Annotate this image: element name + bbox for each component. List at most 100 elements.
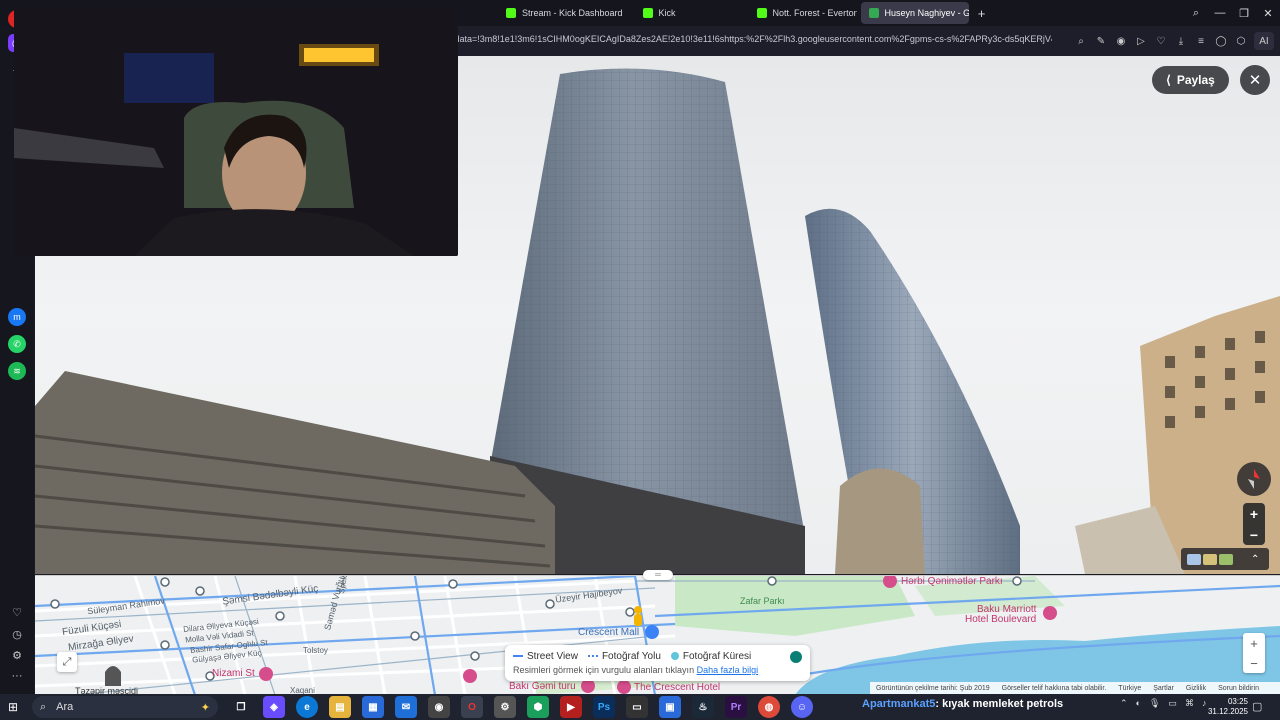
camera-icon[interactable]: ◉ — [1114, 32, 1128, 50]
mail-icon[interactable]: ✉ — [395, 696, 417, 718]
more-info-link[interactable]: Daha fazla bilgi — [697, 665, 759, 675]
place-crescent-hotel[interactable]: The Crescent Hotel — [634, 682, 720, 693]
expand-map-button[interactable]: ⤢ — [57, 652, 77, 672]
place-taza-pir[interactable]: Təzəpir məscidi — [75, 686, 138, 694]
place-harbi-park[interactable]: Hərbi Qənimətlər Parkı — [901, 576, 1003, 587]
tray-app-icon[interactable]: ◐ — [1136, 698, 1141, 709]
task-view-icon[interactable]: ❐ — [230, 696, 252, 718]
app-blue-icon[interactable]: ▣ — [659, 696, 681, 718]
settings-taskbar-icon[interactable]: ⚙ — [494, 696, 516, 718]
profile-icon[interactable]: ◯ — [1214, 32, 1228, 50]
new-tab-icon[interactable]: + — [973, 4, 991, 22]
compass-icon[interactable] — [1237, 462, 1271, 496]
microphone-icon[interactable]: 🎙︎ — [1149, 698, 1160, 709]
search-tabs-icon[interactable]: ⌕ — [1184, 7, 1208, 20]
ai-label: AI — [1259, 35, 1269, 47]
windows-start-icon[interactable]: ⊞ — [8, 700, 22, 714]
google-maps-icon — [868, 8, 879, 18]
place-marriott-boulevard[interactable]: Hotel Boulevard — [965, 614, 1036, 625]
terminal-icon[interactable]: ▭ — [626, 696, 648, 718]
taskbar-search[interactable]: ⌕ Ara ✦ — [32, 696, 218, 718]
obs-icon[interactable]: ◉ — [428, 696, 450, 718]
layer-switcher[interactable]: ⌃ — [1181, 548, 1269, 570]
address-bar-actions: ⌕ ✎ ◉ ▷ ♡ ⤓ ≡ ◯ ⬡ AI — [1074, 32, 1274, 50]
discord-icon[interactable]: ☺ — [791, 696, 813, 718]
pegman-icon[interactable] — [634, 606, 642, 626]
app-red-icon[interactable]: ▶ — [560, 696, 582, 718]
mosque-icon — [105, 666, 121, 686]
more-icon[interactable]: ··· — [10, 669, 24, 683]
share-button[interactable]: ⟨ Paylaş — [1152, 66, 1229, 94]
photoshop-icon[interactable]: Ps — [593, 696, 615, 718]
store-icon[interactable]: ▦ — [362, 696, 384, 718]
place-crescent-mall[interactable]: Crescent Mall — [578, 627, 639, 638]
clock-time: 03:25 — [1227, 697, 1248, 706]
place-baku-gemi[interactable]: Bakı Gəmi turu — [509, 681, 576, 692]
chat-ticker: Apartmankat5: kıyak memleket petrols — [862, 698, 1063, 710]
spotify-icon[interactable]: ≋ — [8, 362, 26, 380]
capture-date: Görüntünün çekilme tarihi: Şub 2019 — [876, 684, 990, 692]
map-zoom-in-icon[interactable]: + — [1250, 636, 1258, 651]
display-icon[interactable]: ▭ — [1168, 698, 1177, 709]
lens-icon[interactable]: ⌕ — [1074, 32, 1088, 50]
file-explorer-icon[interactable]: ▤ — [329, 696, 351, 718]
opera-taskbar-icon[interactable]: O — [461, 696, 483, 718]
extension-icon[interactable]: ⬡ — [1234, 32, 1248, 50]
share-label: Paylaş — [1176, 73, 1215, 87]
search-icon: ⌕ — [40, 700, 47, 713]
send-icon[interactable]: ▷ — [1134, 32, 1148, 50]
satellite-layer-icon[interactable] — [1203, 553, 1217, 565]
settings-icon[interactable]: ⚙ — [10, 648, 24, 662]
expand-up-icon[interactable]: ⌃ — [1251, 554, 1265, 565]
taskbar-apps: ❐ ◈ e ▤ ▦ ✉ ◉ O ⚙ ⬢ ▶ Ps ▭ ▣ ♨ Pr ◍ ☺ — [230, 696, 813, 718]
close-window-icon[interactable]: ✕ — [1256, 7, 1280, 20]
region-link[interactable]: Türkiye — [1118, 685, 1141, 692]
notification-icon[interactable]: ▢ — [1252, 700, 1262, 713]
steam-icon[interactable]: ♨ — [692, 696, 714, 718]
window-controls: ⌕ — ❐ ✕ — [1184, 0, 1280, 26]
clock-date: 31.12.2025 — [1207, 707, 1248, 716]
edit-icon[interactable]: ✎ — [1094, 32, 1108, 50]
map-layer-icon[interactable] — [1187, 553, 1201, 565]
terrain-layer-icon[interactable] — [1219, 553, 1233, 565]
maximize-icon[interactable]: ❐ — [1232, 7, 1256, 20]
privacy-link[interactable]: Gizlilik — [1186, 685, 1206, 692]
tab-kick[interactable]: Kick — [635, 2, 745, 24]
place-nizami-street[interactable]: Nizami St — [212, 668, 255, 679]
close-street-view-button[interactable]: ✕ — [1240, 65, 1270, 95]
copilot-icon[interactable]: ◈ — [263, 696, 285, 718]
whatsapp-icon[interactable]: ✆ — [8, 335, 26, 353]
tray-expand-icon[interactable]: ⌃ — [1120, 698, 1128, 709]
search-highlight-icon: ✦ — [200, 701, 210, 714]
history-icon[interactable]: ◷ — [10, 627, 24, 641]
tab-google-maps[interactable]: Huseyn Naghiyev - Goog — [860, 2, 969, 24]
network-icon[interactable]: ⌘ — [1185, 698, 1194, 709]
ai-button[interactable]: AI — [1254, 32, 1274, 50]
messenger-icon[interactable]: m — [8, 308, 26, 326]
place-zafar-park[interactable]: Zafar Parkı — [740, 596, 785, 606]
tab-match[interactable]: Nott. Forest - Everton | İdd — [749, 2, 857, 24]
chrome-icon[interactable]: ◍ — [758, 696, 780, 718]
report-link[interactable]: Sorun bildirin — [1218, 685, 1259, 692]
menu-icon[interactable]: ≡ — [1194, 32, 1208, 50]
street-view-toggle[interactable] — [790, 651, 802, 663]
pano-zoom-control: + − — [1243, 503, 1265, 545]
download-icon[interactable]: ⤓ — [1174, 32, 1188, 50]
minimize-icon[interactable]: — — [1208, 7, 1232, 19]
kick-icon — [642, 8, 653, 18]
map-zoom-out-icon[interactable]: − — [1250, 656, 1258, 671]
map-resize-handle[interactable]: ═ — [643, 570, 673, 580]
url-field[interactable]: /data=!3m8!1e1!3m6!1sCIHM0ogKEICAgIDa8Ze… — [452, 34, 1052, 44]
edge-icon[interactable]: e — [296, 696, 318, 718]
terms-link[interactable]: Şartlar — [1153, 685, 1174, 692]
premiere-icon[interactable]: Pr — [725, 696, 747, 718]
zoom-out-icon[interactable]: − — [1250, 527, 1258, 543]
system-clock[interactable]: 03:25 31.12.2025 — [1198, 697, 1248, 717]
tab-kick-dashboard[interactable]: Stream - Kick Dashboard — [498, 2, 631, 24]
domed-building — [835, 468, 925, 574]
zoom-in-icon[interactable]: + — [1250, 506, 1258, 522]
legend-street-view: Street View — [513, 651, 578, 662]
favorites-icon[interactable]: ♡ — [10, 605, 24, 619]
app-green-icon[interactable]: ⬢ — [527, 696, 549, 718]
heart-icon[interactable]: ♡ — [1154, 32, 1168, 50]
